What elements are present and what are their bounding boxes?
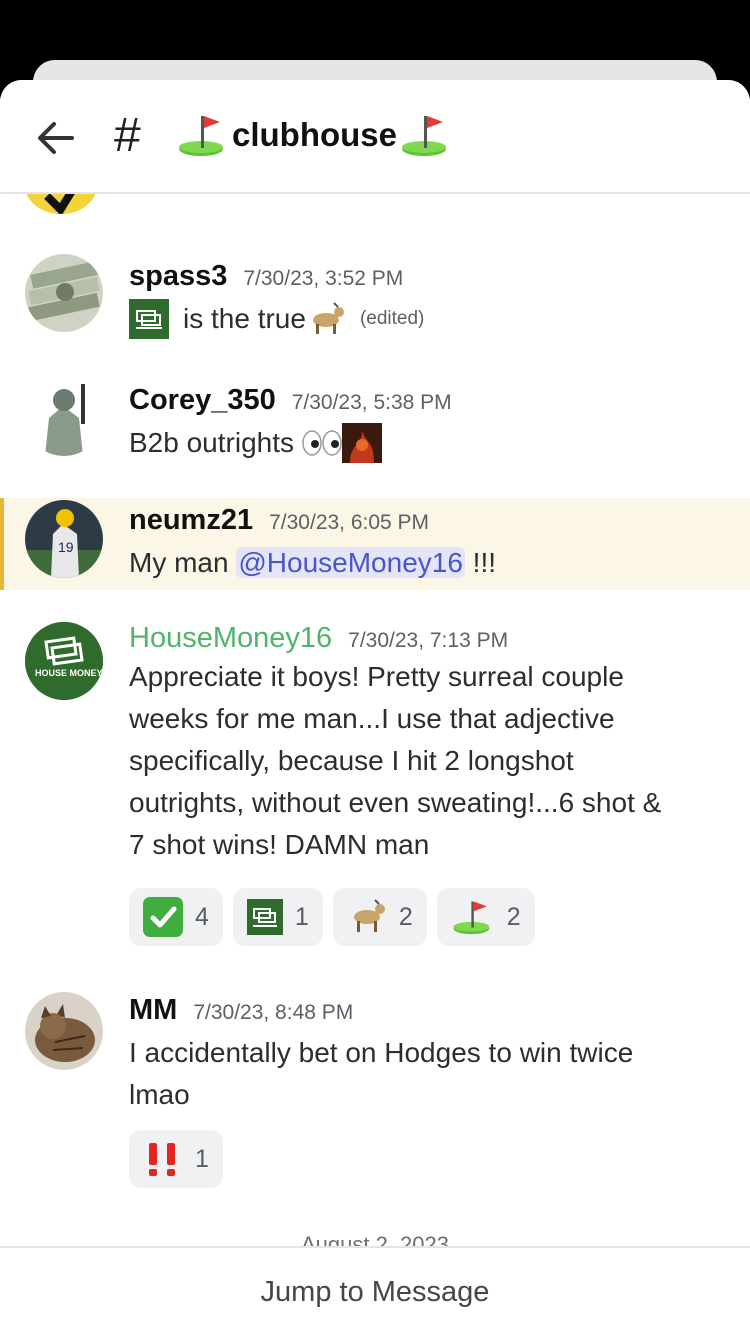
timestamp: 7/30/23, 3:52 PM <box>243 267 404 290</box>
username[interactable]: HouseMoney16 <box>129 622 332 655</box>
message-line: lmao <box>129 1079 190 1110</box>
username[interactable]: Corey_350 <box>129 384 276 417</box>
message-line: outrights, without even sweating!...6 sh… <box>129 787 662 818</box>
date-separator: August 2, 2023 <box>300 1232 449 1246</box>
message-text: B2b outrights <box>129 427 294 458</box>
timestamp: 7/30/23, 7:13 PM <box>348 629 509 652</box>
reactions-row: 1 <box>129 1130 223 1188</box>
avatar[interactable] <box>25 992 103 1070</box>
back-button[interactable] <box>34 116 78 160</box>
username[interactable]: spass3 <box>129 260 227 293</box>
message-item[interactable]: MM 7/30/23, 8:48 PM I accidentally bet o… <box>0 990 750 1200</box>
avatar[interactable]: 19 <box>25 500 103 578</box>
timestamp: 7/30/23, 8:48 PM <box>193 1001 354 1024</box>
double-exclamation-icon <box>149 1143 175 1176</box>
reaction-house-money[interactable]: 1 <box>232 888 323 946</box>
message-body: is the true (edited) <box>129 298 720 340</box>
svg-text:19: 19 <box>58 539 74 555</box>
message-body: My man @HouseMoney16 !!! <box>129 542 720 584</box>
message-item[interactable]: Corey_350 7/30/23, 5:38 PM B2b outrights <box>0 376 750 476</box>
svg-text:HOUSE MONEY: HOUSE MONEY <box>35 668 103 678</box>
message-line: 7 shot wins! DAMN man <box>129 829 430 860</box>
reaction-goat[interactable]: 2 <box>332 888 427 946</box>
message-header: MM 7/30/23, 8:48 PM <box>129 994 353 1027</box>
channel-title[interactable]: clubhouse <box>176 110 453 160</box>
message-header: spass3 7/30/23, 3:52 PM <box>129 260 403 293</box>
eyes-icon <box>302 430 342 456</box>
message-line: specifically, because I hit 2 longshot <box>129 745 574 776</box>
reaction-count: 2 <box>506 902 521 931</box>
avatar[interactable] <box>25 378 103 456</box>
reaction-double-exclamation[interactable]: 1 <box>129 1130 223 1188</box>
channel-name: clubhouse <box>232 116 398 153</box>
reaction-count: 2 <box>398 902 413 931</box>
channel-header: # clubhouse <box>0 80 750 194</box>
username[interactable]: MM <box>129 994 177 1027</box>
message-line: Appreciate it boys! Pretty surreal coupl… <box>129 661 624 692</box>
reaction-golf-flag[interactable]: 2 <box>436 888 535 946</box>
user-mention[interactable]: @HouseMoney16 <box>236 547 465 578</box>
house-money-icon <box>129 299 169 339</box>
avatar[interactable] <box>25 254 103 332</box>
timestamp: 7/30/23, 5:38 PM <box>291 391 452 414</box>
message-body: I accidentally bet on Hodges to win twic… <box>129 1032 720 1116</box>
reaction-check[interactable]: 4 <box>129 888 223 946</box>
golf-flag-icon <box>179 116 223 156</box>
message-header: neumz21 7/30/23, 6:05 PM <box>129 504 429 537</box>
golf-flag-icon <box>453 901 490 935</box>
thread-sheet: # clubhouse spass3 7/30/23, 3:52 PM is t… <box>0 80 750 1334</box>
message-text: is the true <box>183 303 306 334</box>
highlight-bar <box>0 498 4 590</box>
fire-character-icon <box>342 423 382 463</box>
message-body: B2b outrights <box>129 422 720 464</box>
message-item[interactable]: HOUSE MONEY HouseMoney16 7/30/23, 7:13 P… <box>0 622 750 962</box>
message-list[interactable]: Great work spass3 7/30/23, 3:52 PM <box>0 192 750 1246</box>
goat-icon <box>312 302 344 334</box>
message-partial: Great work <box>0 192 750 216</box>
message-line: weeks for me man...I use that adjective <box>129 703 615 734</box>
reaction-count: 1 <box>195 1144 209 1173</box>
reactions-row: 4 1 2 2 <box>129 888 535 946</box>
edited-label: (edited) <box>359 308 425 329</box>
message-line: I accidentally bet on Hodges to win twic… <box>129 1037 634 1068</box>
message-body: Appreciate it boys! Pretty surreal coupl… <box>129 656 720 866</box>
message-text: My man <box>129 547 237 578</box>
house-money-icon <box>246 899 283 935</box>
reaction-count: 1 <box>294 902 309 931</box>
message-item[interactable]: spass3 7/30/23, 3:52 PM is the true (edi… <box>0 252 750 352</box>
message-text: !!! <box>464 547 497 578</box>
golf-flag-icon <box>402 116 447 156</box>
jump-to-message-label: Jump to Message <box>260 1275 490 1308</box>
check-mark-icon <box>143 897 183 937</box>
hash-icon: # <box>114 109 141 162</box>
arrow-left-icon <box>38 122 74 154</box>
message-header: Corey_350 7/30/23, 5:38 PM <box>129 384 452 417</box>
timestamp: 7/30/23, 6:05 PM <box>269 511 430 534</box>
avatar[interactable]: HOUSE MONEY <box>25 622 103 700</box>
reaction-count: 4 <box>195 902 209 931</box>
jump-to-message-button[interactable]: Jump to Message <box>0 1246 750 1334</box>
username[interactable]: neumz21 <box>129 504 253 537</box>
avatar[interactable] <box>25 192 97 214</box>
message-header: HouseMoney16 7/30/23, 7:13 PM <box>129 622 508 655</box>
goat-icon <box>353 899 385 932</box>
message-item-highlighted[interactable]: 19 neumz21 7/30/23, 6:05 PM My man @Hous… <box>0 498 750 590</box>
